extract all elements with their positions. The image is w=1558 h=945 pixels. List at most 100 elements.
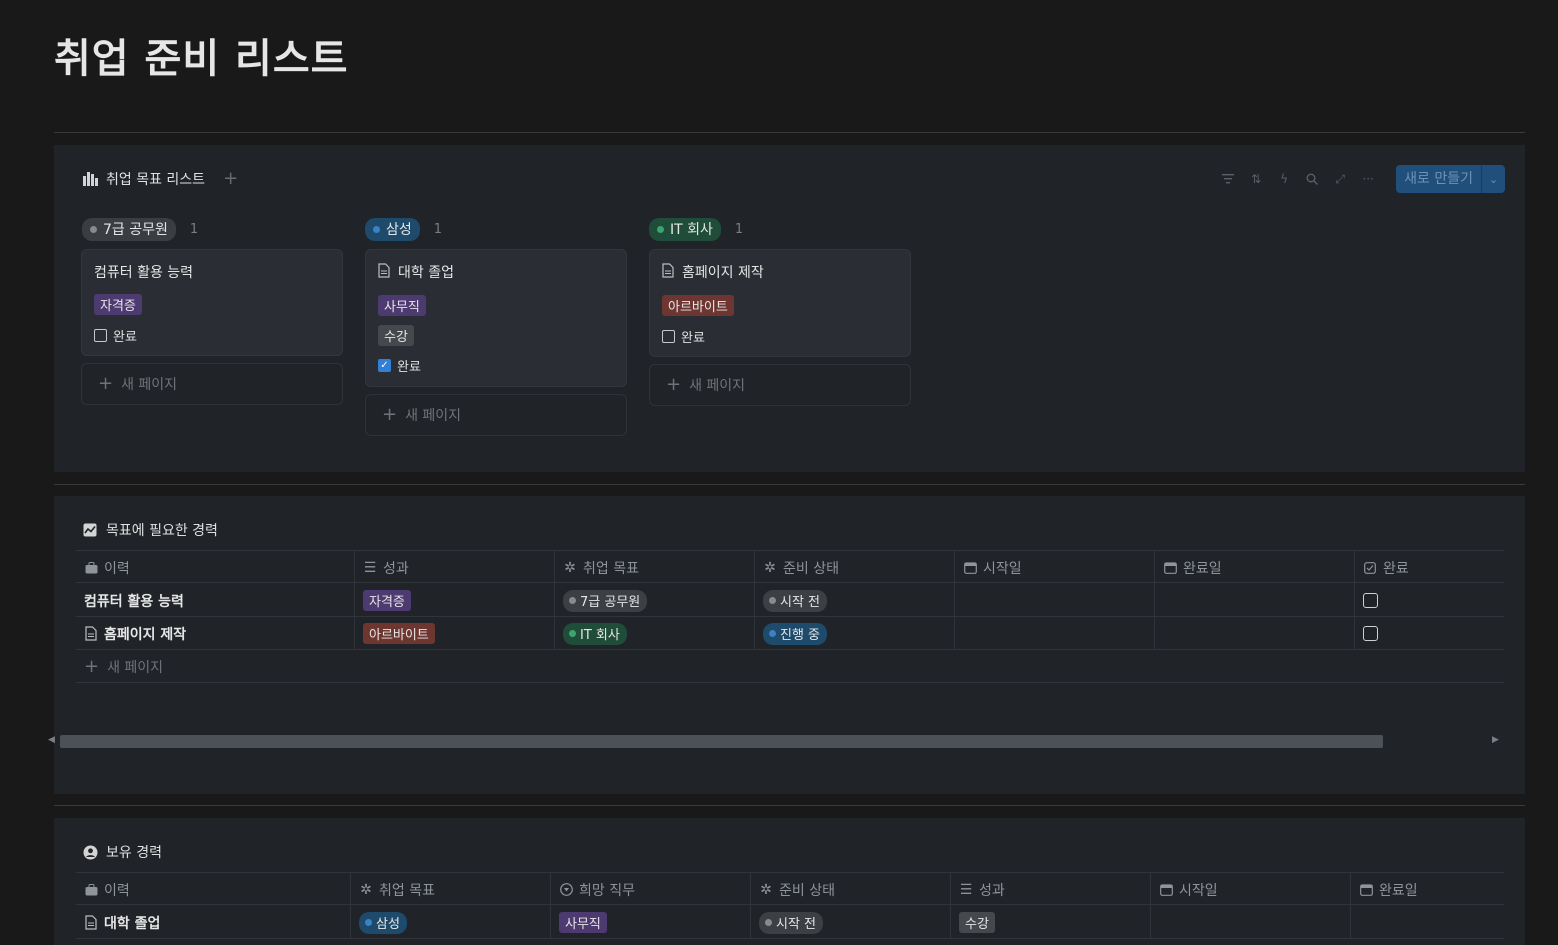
more-icon[interactable]: ···: [1360, 171, 1376, 187]
cell-goal[interactable]: 삼성: [351, 906, 551, 939]
done-checkbox-row[interactable]: 완료: [94, 326, 137, 345]
new-page-button[interactable]: + 새 페이지: [84, 650, 163, 683]
result-tag: 수강: [959, 912, 995, 933]
col-header-status[interactable]: ✲ 준비 상태: [751, 873, 951, 906]
cell-job[interactable]: 사무직: [551, 906, 751, 939]
cell-end[interactable]: [1351, 906, 1504, 939]
career-needed-panel: 목표에 필요한 경력 이력 ☰ 성과 ✲ 취업 목표 ✲ 준비 상태 시작일 완…: [48, 496, 1525, 794]
status-dot-icon: [373, 225, 380, 233]
cell-goal[interactable]: 7급 공무원: [555, 584, 755, 617]
checkbox[interactable]: [94, 329, 107, 342]
status-label: 진행 중: [780, 627, 821, 643]
group-header-삼성[interactable]: 삼성 1: [365, 218, 442, 241]
col-header-label: 완료: [1383, 560, 1409, 577]
cell-name[interactable]: 컴퓨터 활용 능력: [76, 584, 355, 617]
status-pill: 시작 전: [763, 589, 828, 612]
cell-name[interactable]: 대학 졸업: [76, 906, 351, 939]
board-card[interactable]: 대학 졸업 사무직 수강 ✓ 완료: [365, 249, 627, 387]
cell-start[interactable]: [955, 584, 1155, 617]
chevron-down-icon[interactable]: ⌄: [1481, 165, 1505, 193]
tag: 사무직: [378, 295, 426, 316]
new-page-button[interactable]: + 새 페이지: [365, 394, 627, 436]
new-button-label[interactable]: 새로 만들기: [1396, 165, 1481, 193]
checkbox[interactable]: [1363, 593, 1378, 608]
col-header-goal[interactable]: ✲ 취업 목표: [351, 873, 551, 906]
cell-done[interactable]: [1355, 584, 1504, 617]
plus-icon: +: [666, 374, 682, 395]
expand-icon[interactable]: ⤢: [1332, 171, 1348, 187]
calendar-icon: [1159, 883, 1173, 897]
group-label: IT 회사: [670, 222, 713, 238]
checkbox[interactable]: [662, 330, 675, 343]
plus-icon: +: [84, 655, 100, 677]
horizontal-scrollbar[interactable]: [60, 735, 1383, 748]
status-pill: 시작 전: [759, 911, 824, 934]
col-header-result[interactable]: ☰ 성과: [951, 873, 1151, 906]
scroll-left-icon[interactable]: ◀: [48, 735, 55, 745]
col-header-start[interactable]: 시작일: [955, 551, 1155, 584]
col-header-end[interactable]: 완료일: [1155, 551, 1355, 584]
table-row[interactable]: 컴퓨터 활용 능력 자격증 7급 공무원 시작 전: [76, 584, 1504, 617]
table-row[interactable]: 대학 졸업 삼성 사무직 시작 전 수강: [76, 906, 1504, 939]
tag: 수강: [378, 325, 414, 346]
new-button[interactable]: 새로 만들기 ⌄: [1396, 165, 1505, 193]
cell-result[interactable]: 자격증: [355, 584, 555, 617]
col-header-end[interactable]: 완료일: [1351, 873, 1504, 906]
col-header-job[interactable]: 희망 직무: [551, 873, 751, 906]
automation-icon[interactable]: ϟ: [1276, 171, 1292, 187]
career-owned-title[interactable]: 보유 경력: [106, 842, 162, 862]
col-header-name[interactable]: 이력: [76, 873, 351, 906]
new-page-row[interactable]: + 새 페이지: [76, 650, 1504, 683]
card-title: 홈페이지 제작: [662, 262, 764, 282]
done-checkbox-row[interactable]: 완료: [662, 327, 705, 346]
briefcase-icon: [84, 883, 98, 897]
cell-name[interactable]: 홈페이지 제작: [76, 617, 355, 650]
new-page-button[interactable]: + 새 페이지: [81, 363, 343, 405]
cell-done[interactable]: [1355, 617, 1504, 650]
checkbox-checked-icon[interactable]: ✓: [378, 359, 391, 372]
col-header-goal[interactable]: ✲ 취업 목표: [555, 551, 755, 584]
calendar-icon: [963, 561, 977, 575]
scroll-right-icon[interactable]: ▶: [1492, 735, 1499, 745]
board-card[interactable]: 홈페이지 제작 아르바이트 완료: [649, 249, 911, 357]
sort-icon[interactable]: ⇅: [1248, 171, 1264, 187]
add-view-icon[interactable]: +: [223, 170, 238, 188]
page-icon: [84, 915, 98, 930]
goal-pill: IT 회사: [563, 622, 627, 645]
cell-start[interactable]: [955, 617, 1155, 650]
card-title: 대학 졸업: [378, 262, 454, 282]
cell-start[interactable]: [1151, 906, 1351, 939]
col-header-done[interactable]: 완료: [1355, 551, 1504, 584]
group-header-7급[interactable]: 7급 공무원 1: [82, 218, 198, 241]
done-checkbox-row[interactable]: ✓ 완료: [378, 356, 421, 375]
cell-result[interactable]: 수강: [951, 906, 1151, 939]
group-header-it[interactable]: IT 회사 1: [649, 218, 743, 241]
search-icon[interactable]: [1304, 171, 1320, 187]
board-icon: [82, 171, 98, 187]
col-header-label: 완료일: [1183, 560, 1222, 577]
goal-label: 삼성: [376, 916, 400, 932]
col-header-status[interactable]: ✲ 준비 상태: [755, 551, 955, 584]
cell-goal[interactable]: IT 회사: [555, 617, 755, 650]
divider: [54, 805, 1525, 806]
cell-result[interactable]: 아르바이트: [355, 617, 555, 650]
board-card[interactable]: 컴퓨터 활용 능력 자격증 완료: [81, 249, 343, 356]
cell-status[interactable]: 시작 전: [751, 906, 951, 939]
col-header-result[interactable]: ☰ 성과: [355, 551, 555, 584]
new-page-button[interactable]: + 새 페이지: [649, 364, 911, 406]
career-needed-title[interactable]: 목표에 필요한 경력: [106, 520, 218, 540]
filter-icon[interactable]: [1220, 171, 1236, 187]
table-row[interactable]: 홈페이지 제작 아르바이트 IT 회사 진행 중: [76, 617, 1504, 650]
cell-status[interactable]: 시작 전: [755, 584, 955, 617]
board-toolbar: ⇅ ϟ ⤢ ··· 새로 만들기 ⌄: [1220, 165, 1505, 193]
cell-status[interactable]: 진행 중: [755, 617, 955, 650]
cell-end[interactable]: [1155, 617, 1355, 650]
checkbox[interactable]: [1363, 626, 1378, 641]
status-dot-icon: [769, 629, 776, 637]
col-header-start[interactable]: 시작일: [1151, 873, 1351, 906]
status-label: 시작 전: [780, 594, 821, 610]
cell-end[interactable]: [1155, 584, 1355, 617]
col-header-name[interactable]: 이력: [76, 551, 355, 584]
board-title[interactable]: 취업 목표 리스트: [106, 169, 205, 189]
goal-label: 7급 공무원: [580, 594, 641, 610]
